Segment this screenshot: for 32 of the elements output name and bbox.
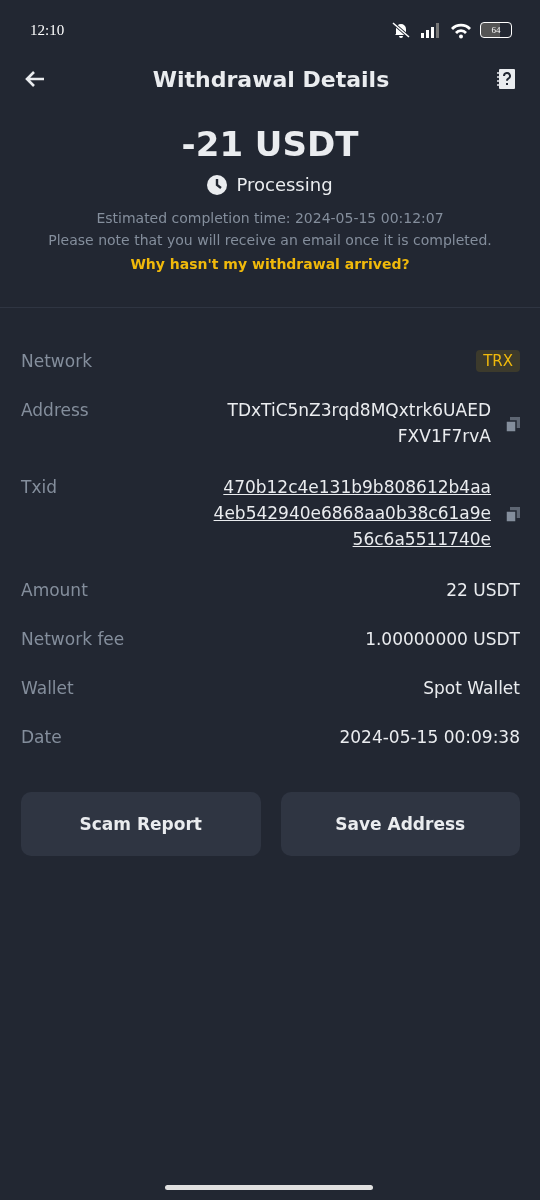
back-arrow-icon[interactable] xyxy=(24,70,46,88)
help-book-icon[interactable] xyxy=(496,68,516,90)
status-label: Processing xyxy=(236,174,333,195)
help-link[interactable]: Why hasn't my withdrawal arrived? xyxy=(130,251,410,277)
email-note: Please note that you will receive an email once it is completed. xyxy=(48,231,492,250)
detail-label: Network fee xyxy=(21,628,125,650)
address-value: TDxTiC5nZ3rqd8MQxtrk6UAED FXV1F7rvA xyxy=(227,399,491,448)
signal-icon xyxy=(420,22,442,38)
detail-value: 22 USDT xyxy=(446,579,520,601)
detail-label: Txid xyxy=(21,476,57,498)
detail-value: Spot Wallet xyxy=(423,677,520,699)
muted-bell-icon xyxy=(390,21,412,39)
status-time: 12:10 xyxy=(30,21,65,39)
copy-icon[interactable] xyxy=(506,506,520,522)
txid-link[interactable]: 470b12c4e131b9b808612b4aa 4eb542940e6868aa0b38c61a9e 56c6a5511740e xyxy=(213,474,491,552)
detail-label: Network xyxy=(21,350,92,372)
detail-value: 2024-05-15 00:09:38 xyxy=(339,726,520,748)
amount-value: -21 USDT xyxy=(181,124,359,164)
action-button[interactable]: Scam Report xyxy=(21,792,261,856)
copy-icon[interactable] xyxy=(506,416,520,432)
detail-label: Amount xyxy=(21,579,88,601)
battery-icon: 64 xyxy=(480,22,512,38)
action-button[interactable]: Save Address xyxy=(280,792,520,856)
wifi-icon xyxy=(450,21,472,39)
clock-icon xyxy=(207,174,228,195)
detail-label: Date xyxy=(21,726,62,748)
detail-label: Wallet xyxy=(21,677,74,699)
estimate-text: Estimated completion time: 2024-05-15 00:12:07 xyxy=(96,209,444,228)
page-title: Withdrawal Details xyxy=(152,66,390,92)
detail-value: 1.00000000 USDT xyxy=(365,628,520,650)
detail-label: Address xyxy=(21,399,89,421)
network-tag: TRX xyxy=(476,350,520,372)
